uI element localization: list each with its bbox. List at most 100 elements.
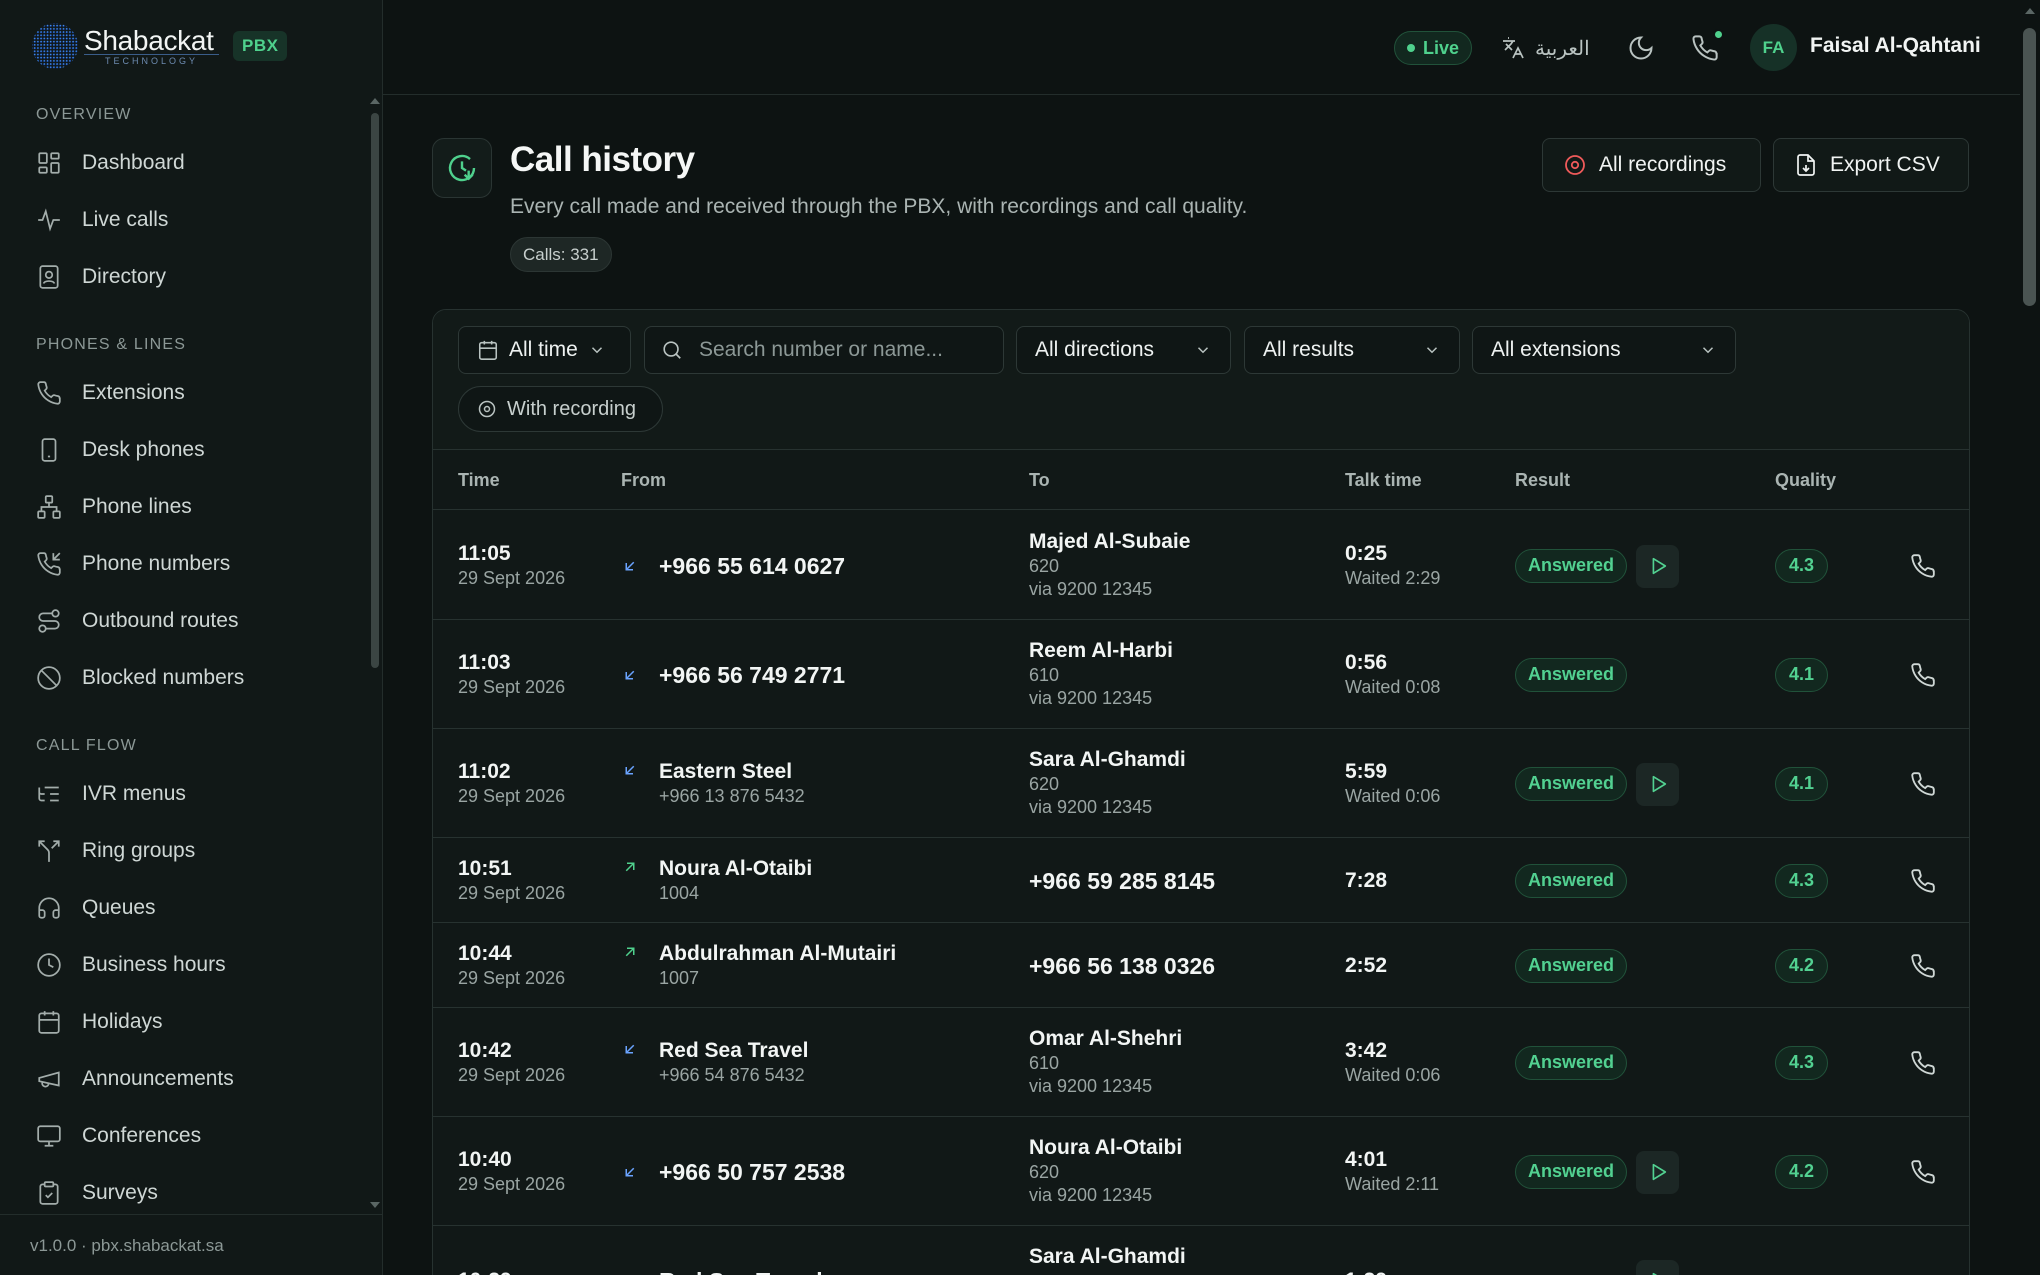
- sidebar-item-phone-numbers[interactable]: Phone numbers: [0, 535, 372, 592]
- play-icon: [1652, 1163, 1666, 1181]
- table-row[interactable]: 10:51 29 Sept 2026 Noura Al-Otaibi 1004 +966…: [433, 838, 1969, 923]
- call-back-phone-icon[interactable]: [1910, 953, 1936, 979]
- sidebar-scroll-up[interactable]: [370, 98, 380, 104]
- sidebar-item-conferences[interactable]: Conferences: [0, 1107, 372, 1164]
- sidebar-item-extensions[interactable]: Extensions: [0, 364, 372, 421]
- caller-cell: Red Sea Travel: [659, 1267, 823, 1275]
- extension-select[interactable]: All extensions: [1472, 326, 1736, 374]
- language-toggle[interactable]: العربية: [1501, 30, 1590, 66]
- user-name[interactable]: Faisal Al-Qahtani: [1810, 34, 1981, 58]
- sidebar-item-label: IVR menus: [82, 781, 186, 805]
- topbar: Live العربية FA Faisal Al-Qahtani: [383, 0, 2020, 95]
- dashboard-icon: [38, 151, 60, 174]
- column-header-result[interactable]: Result: [1515, 450, 1570, 510]
- caller-name: Abdulrahman Al-Mutairi: [659, 941, 897, 965]
- direction-select[interactable]: All directions: [1016, 326, 1231, 374]
- search-box[interactable]: [644, 326, 1004, 374]
- all-recordings-button[interactable]: All recordings: [1542, 138, 1761, 192]
- sidebar-item-label: Extensions: [82, 380, 185, 404]
- talk-time-cell: 5:59 Waited 0:06: [1345, 759, 1440, 808]
- table-row[interactable]: 11:05 29 Sept 2026 +966 55 614 0627 Majed A…: [433, 511, 1969, 620]
- sidebar-item-directory[interactable]: Directory: [0, 248, 372, 305]
- all-recordings-label: All recordings: [1599, 153, 1727, 176]
- chevron-down-icon: [591, 347, 602, 354]
- with-recording-toggle[interactable]: With recording: [458, 386, 663, 432]
- call-back-phone-icon[interactable]: [1910, 868, 1936, 894]
- callee-extension: 610: [1029, 1052, 1060, 1073]
- table-row[interactable]: 10:44 29 Sept 2026 Abdulrahman Al-Mutairi 1…: [433, 923, 1969, 1008]
- sidebar-item-ring-groups[interactable]: Ring groups: [0, 822, 372, 879]
- column-header-from[interactable]: From: [621, 450, 666, 510]
- wait-time: Waited 2:29: [1345, 567, 1441, 588]
- sidebar-item-phone-lines[interactable]: Phone lines: [0, 478, 372, 535]
- caller-detail: +966 54 876 5432: [659, 1064, 805, 1085]
- live-status-badge: Live: [1394, 31, 1473, 65]
- sidebar-item-label: Phone lines: [82, 494, 192, 518]
- sidebar-scroll-down[interactable]: [370, 1202, 380, 1208]
- play-recording-button[interactable]: [1636, 1150, 1679, 1194]
- sidebar-item-ivr-menus[interactable]: IVR menus: [0, 765, 372, 822]
- time-range-select[interactable]: All time: [458, 326, 631, 374]
- sidebar-item-desk-phones[interactable]: Desk phones: [0, 421, 372, 478]
- callee-via-number: via 9200 12345: [1029, 687, 1153, 708]
- table-row[interactable]: 10:42 29 Sept 2026 Red Sea Travel +966 54 8…: [433, 1008, 1969, 1117]
- call-back-phone-icon[interactable]: [1910, 771, 1936, 797]
- play-recording-button[interactable]: [1636, 1259, 1679, 1275]
- sidebar-item-announcements[interactable]: Announcements: [0, 1050, 372, 1107]
- talk-time: 4:01: [1345, 1147, 1388, 1171]
- table-row[interactable]: 11:03 29 Sept 2026 +966 56 749 2771 Reem Al…: [433, 620, 1969, 729]
- table-row[interactable]: 10:40 29 Sept 2026 +966 50 757 2538 Noura A…: [433, 1117, 1969, 1226]
- play-icon: [1652, 557, 1666, 575]
- sidebar-item-blocked-numbers[interactable]: Blocked numbers: [0, 649, 372, 706]
- network-icon: [37, 494, 61, 519]
- sidebar-item-outbound-routes[interactable]: Outbound routes: [0, 592, 372, 649]
- play-icon: [1652, 775, 1666, 793]
- sidebar-item-business-hours[interactable]: Business hours: [0, 936, 372, 993]
- avatar[interactable]: FA: [1750, 24, 1797, 71]
- result-select[interactable]: All results: [1244, 326, 1460, 374]
- sidebar-scrollbar-thumb[interactable]: [371, 113, 379, 668]
- call-back-phone-icon[interactable]: [1910, 553, 1936, 579]
- call-time-cell: 11:02 29 Sept 2026: [458, 759, 565, 808]
- play-recording-button[interactable]: [1636, 544, 1679, 588]
- incoming-call-icon: [625, 561, 635, 570]
- call-back-phone-icon[interactable]: [1910, 1050, 1936, 1076]
- sidebar-item-label: Conferences: [82, 1123, 202, 1147]
- export-csv-button[interactable]: Export CSV: [1773, 138, 1969, 192]
- phone-incoming-icon: [37, 551, 61, 576]
- status-badge: Answered: [1515, 657, 1628, 692]
- column-header-talk-time[interactable]: Talk time: [1345, 450, 1422, 510]
- table-row[interactable]: 11:02 29 Sept 2026 Eastern Steel +966 13 87…: [433, 729, 1969, 838]
- brand-subtitle: TECHNOLOGY: [84, 54, 219, 66]
- play-recording-button[interactable]: [1636, 762, 1679, 806]
- theme-moon-icon[interactable]: [1627, 34, 1655, 62]
- call-time-cell: 10:51 29 Sept 2026: [458, 856, 565, 905]
- incoming-call-icon: [625, 765, 635, 774]
- page-scrollbar-thumb[interactable]: [2023, 28, 2036, 306]
- column-header-to[interactable]: To: [1029, 450, 1050, 510]
- call-back-phone-icon[interactable]: [1910, 1159, 1936, 1185]
- clock-icon: [37, 952, 61, 977]
- sidebar-item-queues[interactable]: Queues: [0, 879, 372, 936]
- search-input[interactable]: [699, 338, 989, 362]
- call-date: 29 Sept 2026: [458, 567, 566, 588]
- chevron-down-icon: [1426, 347, 1438, 354]
- calls-count-badge: Calls: 331: [510, 237, 612, 272]
- sidebar-item-live-calls[interactable]: Live calls: [0, 191, 372, 248]
- page-scroll-up[interactable]: [2025, 8, 2035, 14]
- brand-logo[interactable]: Shabackat TECHNOLOGY PBX: [30, 20, 288, 72]
- calendar-icon: [38, 1010, 60, 1034]
- table-row[interactable]: 10:39 Red Sea Travel Sara Al-Ghamdi 1:39: [433, 1226, 1969, 1275]
- sidebar-item-dashboard[interactable]: Dashboard: [0, 134, 372, 191]
- column-header-quality[interactable]: Quality: [1775, 450, 1836, 510]
- sidebar-item-holidays[interactable]: Holidays: [0, 993, 372, 1050]
- column-header-time[interactable]: Time: [458, 450, 500, 510]
- incoming-call-icon: [621, 1272, 639, 1275]
- monitor-icon: [37, 1124, 61, 1147]
- sidebar-item-surveys[interactable]: Surveys: [0, 1164, 372, 1211]
- call-back-phone-icon[interactable]: [1910, 662, 1936, 688]
- caller-cell: Eastern Steel +966 13 876 5432: [659, 759, 805, 808]
- status-badge: Answered: [1515, 948, 1628, 983]
- caller-number: +966 55 614 0627: [659, 552, 846, 579]
- incoming-call-icon: [625, 670, 635, 679]
